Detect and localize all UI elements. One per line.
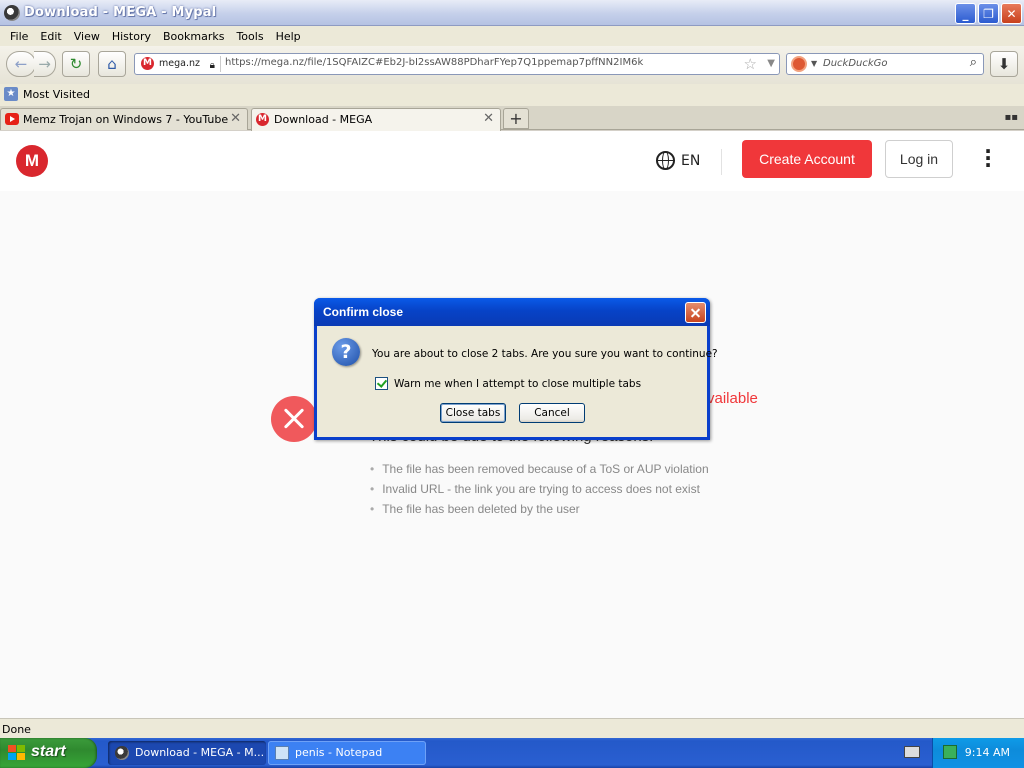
confirm-close-dialog: Confirm close ? You are about to close 2… <box>314 298 718 440</box>
cancel-button[interactable]: Cancel <box>519 403 585 423</box>
start-label: start <box>31 743 66 760</box>
menu-file[interactable]: File <box>4 30 34 43</box>
tab-label: Download - MEGA <box>274 113 373 126</box>
mypal-app-icon <box>4 5 20 21</box>
language-label: EN <box>681 152 701 169</box>
dialog-title: Confirm close <box>323 305 404 319</box>
web-page: M EN Create Account Log in · · · vailable … <box>0 131 1024 718</box>
duckduckgo-icon[interactable] <box>791 56 807 72</box>
mega-icon: M <box>256 113 269 126</box>
forward-arrow-icon[interactable]: → <box>34 51 56 77</box>
dialog-title-bar[interactable]: Confirm close <box>314 298 710 326</box>
taskbar: start Download - MEGA - M... penis - Not… <box>0 738 1024 768</box>
back-arrow-icon[interactable]: ← <box>6 51 36 77</box>
most-visited-icon[interactable]: ★ <box>4 87 18 101</box>
warn-checkbox[interactable] <box>375 377 388 390</box>
url-bar[interactable]: M mega.nz 🔒︎ https://mega.nz/file/1SQFAI… <box>134 53 780 75</box>
start-button[interactable]: start <box>0 738 97 768</box>
menu-bookmarks[interactable]: Bookmarks <box>157 30 230 43</box>
menu-bar: File Edit View History Bookmarks Tools H… <box>0 26 1024 46</box>
mypal-icon <box>115 746 129 760</box>
window-close-button[interactable]: ✕ <box>1001 3 1022 24</box>
status-text: Done <box>2 723 31 736</box>
reload-icon[interactable]: ↻ <box>62 51 90 77</box>
restore-button[interactable]: ❐ <box>978 3 999 24</box>
login-button[interactable]: Log in <box>885 140 953 178</box>
menu-tools[interactable]: Tools <box>230 30 269 43</box>
menu-help[interactable]: Help <box>270 30 307 43</box>
globe-icon <box>656 151 675 170</box>
taskbar-item-label: Download - MEGA - M... <box>135 746 265 759</box>
question-icon: ? <box>332 338 360 366</box>
download-icon[interactable]: ⬇ <box>990 51 1018 77</box>
url-dropdown-icon[interactable]: ▼ <box>767 58 775 69</box>
mega-logo[interactable]: M <box>16 145 48 177</box>
unavailable-heading: vailable <box>707 390 758 407</box>
mega-header: M EN Create Account Log in · · · <box>0 131 1024 191</box>
menu-history[interactable]: History <box>106 30 157 43</box>
network-icon[interactable] <box>943 745 957 759</box>
window-title: Download - MEGA - Mypal <box>24 5 217 20</box>
new-tab-button[interactable]: + <box>503 108 529 129</box>
tab-close-icon[interactable]: ✕ <box>230 111 241 126</box>
create-account-button[interactable]: Create Account <box>742 140 872 178</box>
more-menu-icon[interactable]: · · · <box>978 141 998 175</box>
dialog-close-button[interactable] <box>685 302 706 323</box>
list-item: Invalid URL - the link you are trying to… <box>370 481 709 501</box>
youtube-icon <box>5 113 19 125</box>
reasons-list: The file has been removed because of a T… <box>370 461 709 521</box>
close-tabs-button[interactable]: Close tabs <box>440 403 506 423</box>
lock-icon: 🔒︎ <box>209 60 215 71</box>
mega-favicon-icon: M <box>141 57 154 70</box>
site-identity-button[interactable]: M mega.nz 🔒︎ <box>137 56 221 72</box>
site-identity-label: mega.nz <box>159 58 200 69</box>
tab-strip: Memz Trojan on Windows 7 - YouTube ✕ M D… <box>0 106 1024 131</box>
search-engine-dropdown-icon[interactable]: ▼ <box>811 59 817 68</box>
search-input[interactable]: DuckDuckGo <box>823 58 888 69</box>
window-title-bar[interactable]: Download - MEGA - Mypal _ ❐ ✕ <box>0 0 1024 26</box>
navigation-toolbar: ← → ↻ ⌂ M mega.nz 🔒︎ https://mega.nz/fil… <box>0 46 1024 84</box>
most-visited-bookmark[interactable]: Most Visited <box>23 88 90 101</box>
taskbar-item-browser[interactable]: Download - MEGA - M... <box>108 741 266 765</box>
system-tray: 9:14 AM <box>932 738 1024 768</box>
status-bar: Done <box>0 718 1024 738</box>
notepad-icon <box>275 746 289 760</box>
header-divider <box>721 149 722 175</box>
tab-youtube[interactable]: Memz Trojan on Windows 7 - YouTube ✕ <box>0 108 248 130</box>
search-icon[interactable]: ⌕ <box>970 55 977 70</box>
minimize-button[interactable]: _ <box>955 3 976 24</box>
list-item: The file has been deleted by the user <box>370 501 709 521</box>
url-text[interactable]: https://mega.nz/file/1SQFAIZC#Eb2J-bI2ss… <box>225 57 643 68</box>
windows-logo-icon <box>8 745 26 761</box>
home-icon[interactable]: ⌂ <box>98 51 126 77</box>
menu-edit[interactable]: Edit <box>34 30 67 43</box>
keyboard-icon[interactable] <box>904 746 920 758</box>
taskbar-item-label: penis - Notepad <box>295 746 383 759</box>
bookmark-star-icon[interactable]: ☆ <box>744 55 757 73</box>
tab-close-icon[interactable]: ✕ <box>483 111 494 126</box>
bookmarks-toolbar: ★ Most Visited <box>0 84 1024 106</box>
language-selector[interactable]: EN <box>656 151 700 170</box>
error-x-icon <box>271 396 317 442</box>
warn-checkbox-label[interactable]: Warn me when I attempt to close multiple… <box>394 378 641 390</box>
menu-view[interactable]: View <box>68 30 106 43</box>
tab-mega[interactable]: M Download - MEGA ✕ <box>251 108 501 131</box>
taskbar-item-notepad[interactable]: penis - Notepad <box>268 741 426 765</box>
tab-list-icon[interactable]: ▪▪ <box>1004 112 1018 123</box>
list-item: The file has been removed because of a T… <box>370 461 708 481</box>
search-bar[interactable]: ▼ DuckDuckGo ⌕ <box>786 53 984 75</box>
tab-label: Memz Trojan on Windows 7 - YouTube <box>23 113 229 126</box>
dialog-message: You are about to close 2 tabs. Are you s… <box>372 348 718 360</box>
clock[interactable]: 9:14 AM <box>965 746 1010 759</box>
